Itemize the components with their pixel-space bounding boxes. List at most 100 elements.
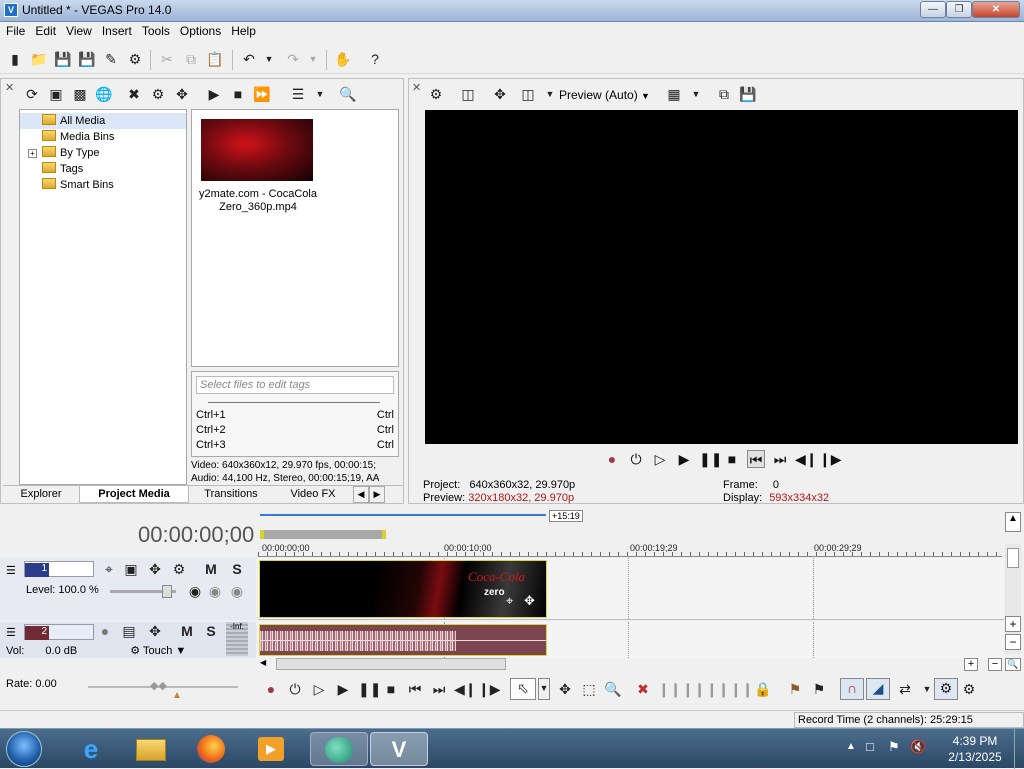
menu-help[interactable]: Help	[225, 22, 260, 38]
pause-icon[interactable]: ❚❚	[358, 680, 381, 698]
scroll-up-button[interactable]: ▲	[1005, 512, 1021, 532]
timeline-horizontal-scroll-thumb[interactable]	[276, 658, 506, 670]
selection-region[interactable]	[260, 530, 386, 539]
region-icon[interactable]: ⚑	[810, 680, 828, 698]
audio-track-header[interactable]: ☰ 2 ● ▤ ✥ M S -Inf. Vol: 0.0 dB ⚙ Touch …	[0, 622, 256, 658]
media-properties-icon[interactable]: ⚙	[149, 85, 167, 103]
trim-start-icon[interactable]: ❙❙	[682, 680, 705, 698]
render-icon[interactable]: ✎	[102, 50, 120, 68]
selection-tool-icon[interactable]: ⬚	[580, 680, 598, 698]
scroll-left-icon[interactable]: ◀	[260, 658, 270, 670]
composite-mask-icon[interactable]: ◉	[228, 582, 246, 600]
normal-edit-tool-icon[interactable]: ⬁	[510, 678, 536, 700]
web-media-icon[interactable]: 🌐	[95, 85, 113, 103]
get-media-icon[interactable]: ▩	[71, 85, 89, 103]
go-to-end-icon[interactable]: ⏭	[771, 450, 789, 468]
show-desktop-button[interactable]	[1014, 729, 1024, 769]
stop-icon[interactable]: ■	[723, 450, 741, 468]
slider-thumb[interactable]	[162, 585, 172, 598]
composite-child-icon[interactable]: ◉	[206, 582, 224, 600]
tree-item[interactable]: + By Type	[20, 145, 186, 161]
menu-tools[interactable]: Tools	[136, 22, 174, 38]
redo-dropdown-icon[interactable]: ▼	[304, 50, 322, 68]
media-file-name[interactable]: y2mate.com - CocaCola Zero_360p.mp4	[194, 188, 322, 214]
expand-icon[interactable]: +	[28, 149, 37, 158]
restore-button[interactable]: ❐	[946, 1, 972, 18]
undo-dropdown-icon[interactable]: ▼	[260, 50, 278, 68]
marker-icon[interactable]: ⚑	[786, 680, 804, 698]
menu-insert[interactable]: Insert	[96, 22, 136, 38]
tab-video-fx[interactable]: Video FX	[273, 486, 353, 502]
start-orb-icon[interactable]	[6, 731, 42, 767]
parent-composite-icon[interactable]: ◉	[186, 582, 204, 600]
compositing-icon[interactable]: ✥	[146, 560, 164, 578]
scroll-thumb[interactable]	[1007, 548, 1019, 568]
event-pan-crop-icon[interactable]: ⌖	[506, 593, 513, 609]
time-ruler[interactable]: 00:00:00;00 00:00:10;00 00:00:19;29 00:0…	[258, 541, 1002, 557]
ignore-grouping-icon[interactable]: ⚙	[960, 680, 978, 698]
overlays-dropdown-icon[interactable]: ▼	[687, 85, 705, 103]
vegas-icon[interactable]: V	[370, 732, 428, 766]
menu-view[interactable]: View	[60, 22, 96, 38]
record-icon[interactable]: ●	[262, 680, 280, 698]
tag-shortcut-row[interactable]: Ctrl+2 Ctrl	[196, 423, 394, 438]
track-name-field[interactable]: 1	[24, 561, 94, 577]
solo-button[interactable]: S	[228, 560, 246, 578]
volume-muted-icon[interactable]: 🔇	[910, 739, 926, 755]
paste-icon[interactable]: 📋	[206, 50, 224, 68]
external-monitor-icon[interactable]: ◫	[459, 85, 477, 103]
menu-options[interactable]: Options	[174, 22, 225, 38]
remove-icon[interactable]: ✖	[125, 85, 143, 103]
menu-edit[interactable]: Edit	[29, 22, 60, 38]
hand-icon[interactable]: ✋	[334, 50, 352, 68]
compositing-mode-icon[interactable]: ⚙	[170, 560, 188, 578]
stop-icon[interactable]: ■	[382, 680, 400, 698]
zoom-out-time-button[interactable]: −	[988, 658, 1002, 671]
tab-explorer[interactable]: Explorer	[3, 486, 79, 502]
close-icon[interactable]: ✕	[412, 81, 421, 94]
tree-item[interactable]: Tags	[20, 161, 186, 177]
tag-shortcut-row[interactable]: Ctrl+3 Ctrl	[196, 438, 394, 453]
properties-gear-icon[interactable]: ⚙	[126, 50, 144, 68]
automation-icon[interactable]: ✥	[146, 622, 164, 640]
play-icon[interactable]: ▶	[675, 450, 693, 468]
menu-file[interactable]: File	[0, 22, 29, 38]
save-as-icon[interactable]: 💾	[78, 50, 96, 68]
tree-item[interactable]: Media Bins	[20, 129, 186, 145]
delete-icon[interactable]: ✖	[634, 680, 652, 698]
media-fx-icon[interactable]: ✥	[173, 85, 191, 103]
lock-envelopes-icon[interactable]: ⚙	[934, 678, 958, 700]
action-center-flag-icon[interactable]: ⚑	[888, 739, 900, 755]
close-icon[interactable]: ✕	[5, 81, 14, 94]
track-collapse-icon[interactable]: ☰	[6, 564, 16, 577]
copy-icon[interactable]: ⧉	[182, 50, 200, 68]
zoom-in-time-button[interactable]: +	[964, 658, 978, 671]
auto-preview-icon[interactable]: ⏩	[253, 85, 271, 103]
video-clip-event[interactable]: Coca-Cola zero ⌖ ✥	[259, 560, 547, 618]
ripple-edit-icon[interactable]: ⇄	[896, 680, 914, 698]
split-icon[interactable]: ❙❙	[730, 680, 753, 698]
event-fx-icon[interactable]: ✥	[524, 593, 535, 609]
next-frame-icon[interactable]: ❙▶	[478, 680, 501, 698]
track-collapse-icon[interactable]: ☰	[6, 626, 16, 639]
open-icon[interactable]: 📁	[30, 50, 48, 68]
video-fx-icon[interactable]: ✥	[491, 85, 509, 103]
firefox-icon[interactable]	[184, 732, 238, 766]
media-thumbnail[interactable]	[201, 119, 313, 181]
show-hidden-icons-icon[interactable]: ▲	[846, 741, 856, 752]
zoom-out-track-button[interactable]: −	[1005, 634, 1021, 650]
tree-item[interactable]: Smart Bins	[20, 177, 186, 193]
track-motion-icon[interactable]: ⌖	[100, 560, 118, 578]
zoom-tool-icon[interactable]: 🔍	[604, 680, 622, 698]
import-media-icon[interactable]: ⟳	[23, 85, 41, 103]
go-to-start-icon[interactable]: ⏮	[747, 450, 765, 468]
video-track-lane[interactable]: Coca-Cola zero ⌖ ✥	[258, 558, 1004, 620]
internet-explorer-icon[interactable]: e	[64, 732, 118, 766]
trim-icon[interactable]: ❙❙	[658, 680, 681, 698]
zoom-tool-icon[interactable]: 🔍	[1005, 658, 1021, 671]
tab-transitions[interactable]: Transitions	[189, 486, 273, 502]
preview-properties-gear-icon[interactable]: ⚙	[427, 85, 445, 103]
play-from-start-icon[interactable]: ▷	[651, 450, 669, 468]
overlays-grid-icon[interactable]: ▦	[665, 85, 683, 103]
new-icon[interactable]: ▮	[6, 50, 24, 68]
